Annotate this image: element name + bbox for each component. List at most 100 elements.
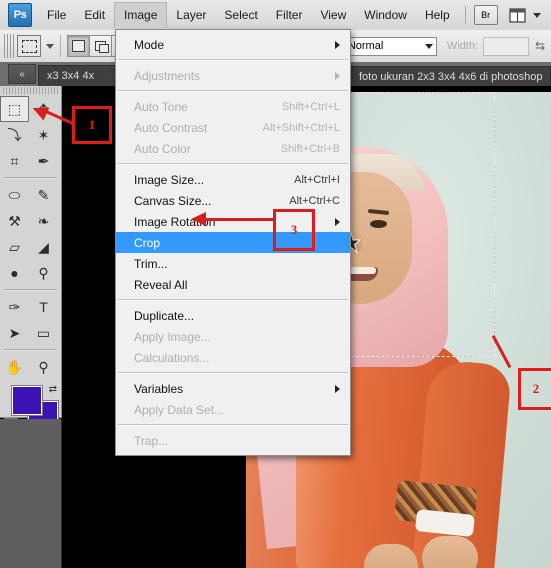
menu-item-shortcut: Shift+Ctrl+L xyxy=(281,100,340,113)
toolbox-row: ✑ T xyxy=(0,294,61,320)
style-select[interactable]: Normal xyxy=(341,36,437,56)
pen-tool[interactable]: ✑ xyxy=(0,294,29,320)
menu-item-label: Crop xyxy=(134,235,161,250)
menu-item-canvas-size[interactable]: Canvas Size... Alt+Ctrl+C xyxy=(116,190,350,211)
menu-item-label: Adjustments xyxy=(134,68,201,83)
menu-item-adjustments: Adjustments xyxy=(116,65,350,86)
history-brush-tool[interactable]: ❧ xyxy=(29,208,58,234)
zoom-tool[interactable]: ⚲ xyxy=(29,354,58,380)
document-tab-2[interactable]: foto ukuran 2x3 3x4 4x6 di photoshop xyxy=(350,66,551,87)
menu-item-duplicate[interactable]: Duplicate... xyxy=(116,305,350,326)
path-selection-tool[interactable]: ➤ xyxy=(0,320,29,346)
menu-item-label: Trap... xyxy=(134,433,169,448)
style-select-caret-icon xyxy=(424,43,433,49)
tool-preset-picker[interactable] xyxy=(17,35,41,57)
menubar-item-window[interactable]: Window xyxy=(355,3,416,27)
menubar-item-layer[interactable]: Layer xyxy=(167,3,215,27)
toolbox-separator xyxy=(4,177,57,179)
launch-bridge-button[interactable]: Br xyxy=(473,5,498,25)
menu-item-variables[interactable]: Variables xyxy=(116,378,350,399)
rectangular-marquee-icon xyxy=(21,39,37,53)
menubar-item-view[interactable]: View xyxy=(311,3,355,27)
toolbox-separator xyxy=(4,289,57,291)
toolbox-row: ⚒ ❧ xyxy=(0,208,61,234)
menu-separator xyxy=(118,90,348,92)
lasso-tool[interactable]: ⤵ xyxy=(0,122,29,148)
menu-separator xyxy=(118,299,348,301)
photo-hand-right xyxy=(422,536,478,568)
toolbox-row: ⤵ ✶ xyxy=(0,122,61,148)
annotation-marker-1: 1 xyxy=(72,106,112,144)
swap-colors-icon[interactable]: ⇄ xyxy=(49,384,57,395)
menubar-item-image[interactable]: Image xyxy=(114,2,168,28)
add-to-selection-button[interactable] xyxy=(89,35,112,57)
menu-item-calculations: Calculations... xyxy=(116,347,350,368)
menu-item-auto-color: Auto Color Shift+Ctrl+B xyxy=(116,138,350,159)
menu-item-label: Image Size... xyxy=(134,172,205,187)
magic-wand-tool[interactable]: ✶ xyxy=(29,122,58,148)
menubar-item-select[interactable]: Select xyxy=(215,3,266,27)
annotation-marker-3: 3 xyxy=(273,209,315,251)
menu-item-label: Variables xyxy=(134,381,184,396)
eyedropper-tool[interactable]: ✒ xyxy=(29,148,58,174)
blur-tool[interactable]: ● xyxy=(0,260,29,286)
menu-separator xyxy=(118,424,348,426)
brush-tool[interactable]: ✎ xyxy=(29,182,58,208)
collapse-panel-button[interactable]: « xyxy=(8,64,36,84)
menu-item-trim[interactable]: Trim... xyxy=(116,253,350,274)
menu-item-apply-data-set: Apply Data Set... xyxy=(116,399,350,420)
menu-item-label: Duplicate... xyxy=(134,308,195,323)
menu-item-image-size[interactable]: Image Size... Alt+Ctrl+I xyxy=(116,169,350,190)
menu-separator xyxy=(118,163,348,165)
menu-bar: Ps File Edit Image Layer Select Filter View Win… xyxy=(0,0,551,31)
menubar-item-filter[interactable]: Filter xyxy=(267,3,312,27)
menu-item-shortcut: Alt+Ctrl+C xyxy=(289,194,340,207)
eraser-tool[interactable]: ▱ xyxy=(0,234,29,260)
menu-item-mode[interactable]: Mode xyxy=(116,34,350,55)
menu-item-auto-contrast: Auto Contrast Alt+Shift+Ctrl+L xyxy=(116,117,350,138)
toolbox-grip[interactable] xyxy=(3,87,58,94)
crop-tool[interactable]: ⌗ xyxy=(0,148,29,174)
submenu-arrow-icon xyxy=(335,40,340,49)
toolbox-separator xyxy=(4,349,57,351)
tool-preset-caret-icon[interactable] xyxy=(46,43,54,49)
menu-item-reveal-all[interactable]: Reveal All xyxy=(116,274,350,295)
toolbox-row: ⬚ ✥ xyxy=(0,96,61,122)
menubar-item-edit[interactable]: Edit xyxy=(75,3,114,27)
menu-separator xyxy=(118,372,348,374)
submenu-arrow-icon xyxy=(335,384,340,393)
toolbox-row: ▱ ◢ xyxy=(0,234,61,260)
menu-item-label: Calculations... xyxy=(134,350,210,365)
menu-item-label: Auto Tone xyxy=(134,99,188,114)
hand-tool[interactable]: ✋ xyxy=(0,354,29,380)
menu-item-label: Apply Image... xyxy=(134,329,211,344)
foreground-color-swatch[interactable] xyxy=(12,386,42,415)
gradient-paint-bucket-tool[interactable]: ◢ xyxy=(29,234,58,260)
menubar-item-file[interactable]: File xyxy=(38,3,75,27)
spot-healing-brush-tool[interactable]: ⬭ xyxy=(0,182,29,208)
annotation-marker-2: 2 xyxy=(518,368,551,410)
arrange-dropdown-caret-icon[interactable] xyxy=(532,12,541,18)
rectangle-shape-tool[interactable]: ▭ xyxy=(29,320,58,346)
toolbox-row: ✋ ⚲ xyxy=(0,354,61,380)
new-selection-button[interactable] xyxy=(67,35,90,57)
menu-item-trap: Trap... xyxy=(116,430,350,451)
menu-item-label: Auto Color xyxy=(134,141,191,156)
menubar-item-help[interactable]: Help xyxy=(416,3,459,27)
rectangular-marquee-tool[interactable]: ⬚ xyxy=(0,96,29,122)
width-input[interactable] xyxy=(483,36,529,56)
refine-edge-icon[interactable]: ⇆ xyxy=(529,39,551,53)
menu-item-label: Mode xyxy=(134,37,165,52)
photoshop-logo-icon: Ps xyxy=(8,3,32,27)
arrange-documents-icon[interactable] xyxy=(508,6,528,24)
toolbox-row: ● ⚲ xyxy=(0,260,61,286)
photoshop-window: Ps File Edit Image Layer Select Filter View Win… xyxy=(0,0,551,568)
clone-stamp-tool[interactable]: ⚒ xyxy=(0,208,29,234)
menu-item-shortcut: Alt+Ctrl+I xyxy=(294,173,340,186)
menu-item-apply-image: Apply Image... xyxy=(116,326,350,347)
toolbox: ⬚ ✥ ⤵ ✶ ⌗ ✒ ⬭ ✎ ⚒ ❧ ▱ ◢ ● ⚲ ✑ T ➤ ▭ ✋ ⚲ ⇄ xyxy=(0,86,62,443)
horizontal-type-tool[interactable]: T xyxy=(29,294,58,320)
dodge-tool[interactable]: ⚲ xyxy=(29,260,58,286)
options-bar-grip[interactable] xyxy=(4,34,14,58)
submenu-arrow-icon xyxy=(335,71,340,80)
